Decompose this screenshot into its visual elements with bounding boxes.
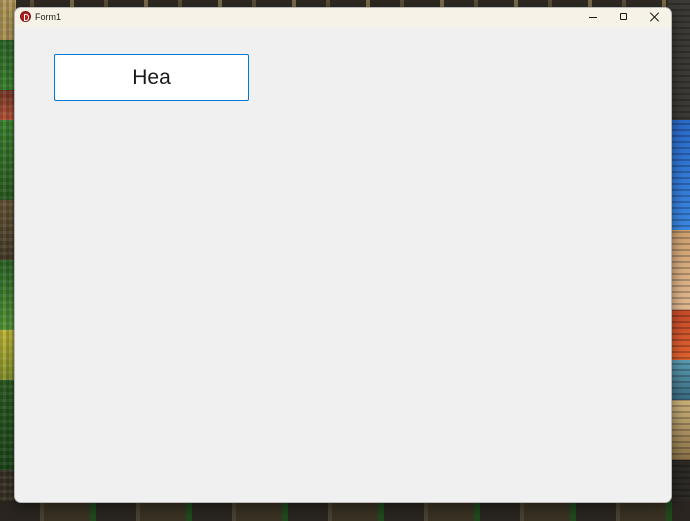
close-button[interactable] <box>640 8 670 27</box>
app-icon <box>20 11 31 22</box>
title-bar[interactable]: Form1 <box>15 8 671 27</box>
form1-window: Form1 <box>14 7 672 503</box>
window-title: Form1 <box>35 12 62 22</box>
form-client-area <box>15 27 671 502</box>
text-input[interactable] <box>54 54 249 101</box>
maximize-icon <box>620 13 627 20</box>
maximize-button[interactable] <box>609 8 639 27</box>
close-icon <box>650 12 660 22</box>
minimize-icon <box>589 17 597 18</box>
wallpaper-bottom <box>0 501 690 521</box>
minimize-button[interactable] <box>578 8 608 27</box>
